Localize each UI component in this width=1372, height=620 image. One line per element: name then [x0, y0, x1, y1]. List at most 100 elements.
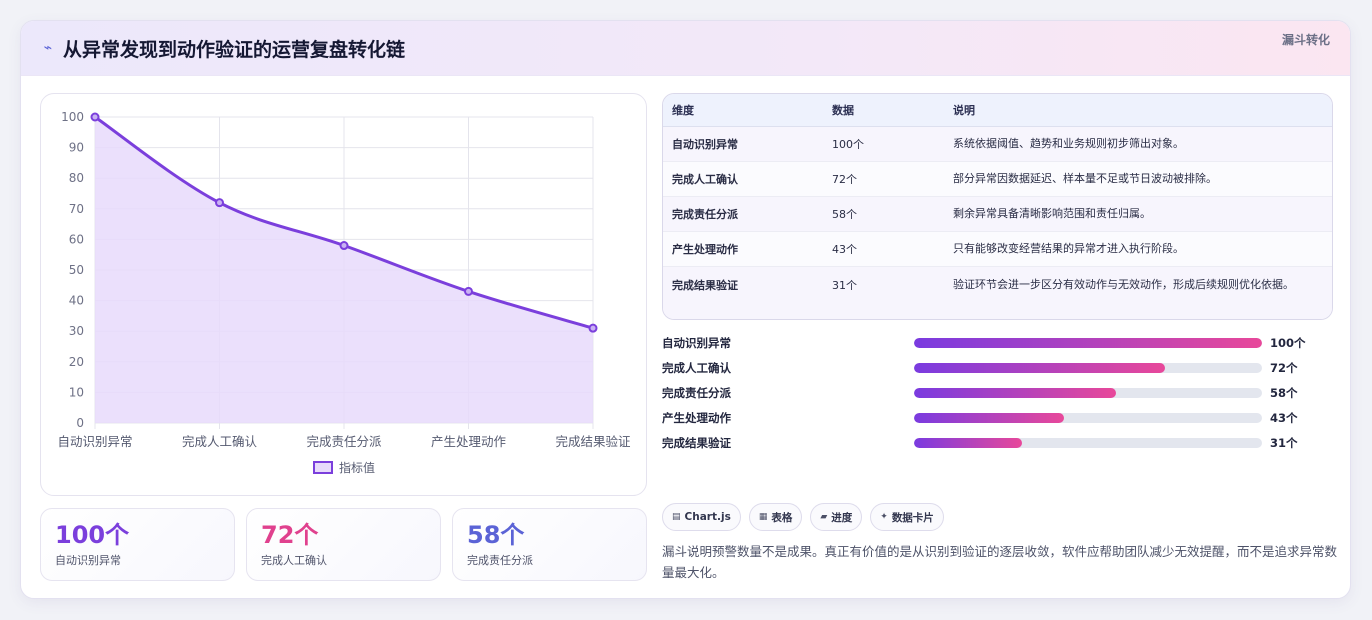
- cell-dimension: 完成人工确认: [663, 161, 823, 197]
- chip-chartjs[interactable]: ▤ Chart.js: [662, 503, 741, 531]
- page-title: 从异常发现到动作验证的运营复盘转化链: [63, 38, 406, 61]
- kpi-value: 100个: [55, 521, 130, 549]
- column-header-data: 数据: [823, 94, 944, 127]
- chip-label: 进度: [831, 511, 853, 524]
- progress-label: 自动识别异常: [662, 335, 731, 350]
- progress-row: 完成结果验证 31个: [662, 430, 1342, 455]
- chart-icon: ▤: [672, 512, 681, 522]
- cell-description: 验证环节会进一步区分有效动作与无效动作，形成后续规则优化依据。: [944, 266, 1332, 319]
- y-tick-label: 70: [69, 202, 84, 216]
- table-header-row: 维度 数据 说明: [663, 94, 1332, 127]
- bolt-icon: ⌁: [43, 40, 53, 56]
- cell-dimension: 完成责任分派: [663, 196, 823, 232]
- cell-value: 58个: [823, 196, 944, 232]
- chip-label: 数据卡片: [891, 511, 934, 524]
- cell-dimension: 自动识别异常: [663, 126, 823, 162]
- cell-dimension: 完成结果验证: [663, 266, 823, 319]
- y-tick-label: 0: [76, 416, 84, 430]
- table-row: 完成责任分派 58个 剩余异常具备清晰影响范围和责任归属。: [663, 196, 1332, 232]
- progress-track: [914, 337, 1262, 348]
- cell-value: 31个: [823, 266, 944, 319]
- funnel-area-chart: 0 10 20 30 40 50 60 70 80 90 100 自动识别异常 完成人工确认 完成责任分派…: [57, 110, 631, 449]
- kpi-card-identified: 100个 自动识别异常: [40, 508, 235, 581]
- data-point: [339, 241, 349, 251]
- progress-row: 自动识别异常 100个: [662, 330, 1342, 355]
- card-header: ⌁ 从异常发现到动作验证的运营复盘转化链 漏斗转化: [21, 21, 1350, 76]
- cell-dimension: 产生处理动作: [663, 231, 823, 267]
- progress-track: [914, 387, 1262, 398]
- funnel-tag: 漏斗转化: [1281, 32, 1330, 47]
- cell-value: 72个: [823, 161, 944, 197]
- data-point: [90, 112, 100, 122]
- progress-fill: [914, 337, 1262, 348]
- chip-label: Chart.js: [684, 511, 731, 523]
- chart-panel: 0 10 20 30 40 50 60 70 80 90 100 自动识别异常 完成人工确认 完成责任分派…: [40, 93, 647, 496]
- x-tick-label: 完成责任分派: [306, 434, 382, 449]
- table-icon: ▦: [758, 512, 768, 522]
- y-tick-label: 20: [69, 355, 84, 369]
- progress-fill: [914, 437, 1022, 448]
- data-table: 维度 数据 说明 自动识别异常 100个 系统依据阈值、趋势和业务规则初步筛出对…: [663, 94, 1332, 319]
- table-row: 自动识别异常 100个 系统依据阈值、趋势和业务规则初步筛出对象。: [663, 126, 1332, 162]
- legend-swatch: [313, 461, 333, 474]
- data-point: [215, 198, 224, 208]
- progress-fill: [914, 412, 1064, 423]
- cell-value: 43个: [823, 231, 944, 267]
- progress-label: 完成责任分派: [662, 385, 731, 400]
- progress-value: 58个: [1270, 385, 1298, 400]
- table-row: 完成人工确认 72个 部分异常因数据延迟、样本量不足或节日波动被排除。: [663, 161, 1332, 197]
- progress-row: 产生处理动作 43个: [662, 405, 1342, 430]
- progress-label: 完成人工确认: [662, 360, 731, 375]
- y-tick-label: 10: [69, 385, 84, 399]
- chip-data-card[interactable]: ✦ 数据卡片: [870, 503, 944, 531]
- kpi-value: 72个: [261, 521, 319, 549]
- y-tick-label: 50: [69, 263, 84, 277]
- progress-value: 100个: [1270, 335, 1306, 350]
- tech-chips: ▤ Chart.js ▦ 表格 ▰ 进度 ✦ 数据卡片: [662, 503, 944, 531]
- data-table-panel: 维度 数据 说明 自动识别异常 100个 系统依据阈值、趋势和业务规则初步筛出对…: [662, 93, 1333, 320]
- table-row: 完成结果验证 31个 验证环节会进一步区分有效动作与无效动作，形成后续规则优化依…: [663, 266, 1332, 319]
- cell-description: 系统依据阈值、趋势和业务规则初步筛出对象。: [944, 126, 1332, 162]
- dashboard-card: ⌁ 从异常发现到动作验证的运营复盘转化链 漏斗转化 0 10 20 30 40 50 60 7…: [20, 20, 1351, 599]
- progress-value: 43个: [1270, 410, 1298, 425]
- data-point: [464, 286, 473, 296]
- title-group: ⌁ 从异常发现到动作验证的运营复盘转化链: [41, 35, 405, 62]
- chip-table[interactable]: ▦ 表格: [748, 503, 803, 531]
- cell-description: 剩余异常具备清晰影响范围和责任归属。: [944, 196, 1332, 232]
- kpi-label: 完成责任分派: [467, 554, 533, 567]
- column-header-description: 说明: [944, 94, 1332, 127]
- chip-progress[interactable]: ▰ 进度: [810, 503, 863, 531]
- kpi-card-assigned: 58个 完成责任分派: [452, 508, 647, 581]
- y-tick-label: 40: [69, 294, 84, 308]
- progress-fill: [914, 362, 1165, 373]
- sparkle-icon: ✦: [880, 512, 888, 522]
- cell-description: 部分异常因数据延迟、样本量不足或节日波动被排除。: [944, 161, 1332, 197]
- y-tick-label: 100: [61, 110, 84, 124]
- x-tick-label: 完成结果验证: [555, 434, 631, 449]
- progress-track: [914, 437, 1262, 448]
- cell-description: 只有能够改变经营结果的异常才进入执行阶段。: [944, 231, 1332, 267]
- progress-fill: [914, 387, 1116, 398]
- table-row: 产生处理动作 43个 只有能够改变经营结果的异常才进入执行阶段。: [663, 231, 1332, 267]
- kpi-label: 完成人工确认: [261, 554, 327, 567]
- progress-track: [914, 412, 1262, 423]
- progress-row: 完成责任分派 58个: [662, 380, 1342, 405]
- progress-track: [914, 362, 1262, 373]
- chart-legend[interactable]: 指标值: [313, 459, 375, 476]
- kpi-value: 58个: [467, 521, 525, 549]
- cell-value: 100个: [823, 126, 944, 162]
- y-tick-label: 80: [69, 171, 84, 185]
- y-tick-label: 30: [69, 324, 84, 338]
- data-point: [588, 323, 598, 333]
- kpi-label: 自动识别异常: [55, 554, 121, 567]
- chip-label: 表格: [771, 511, 793, 524]
- y-tick-label: 60: [69, 232, 84, 246]
- kpi-card-confirmed: 72个 完成人工确认: [246, 508, 441, 581]
- x-tick-label: 完成人工确认: [182, 434, 258, 449]
- column-header-dimension: 维度: [663, 94, 823, 127]
- progress-label: 产生处理动作: [662, 410, 731, 425]
- summary-note: 漏斗说明预警数量不是成果。真正有价值的是从识别到验证的逐层收敛，软件应帮助团队减…: [662, 544, 1338, 580]
- progress-list: 自动识别异常 100个 完成人工确认 72个 完成责任分派 58个 产生处理动作…: [662, 330, 1342, 455]
- x-tick-label: 产生处理动作: [431, 434, 507, 449]
- legend-label: 指标值: [339, 461, 376, 475]
